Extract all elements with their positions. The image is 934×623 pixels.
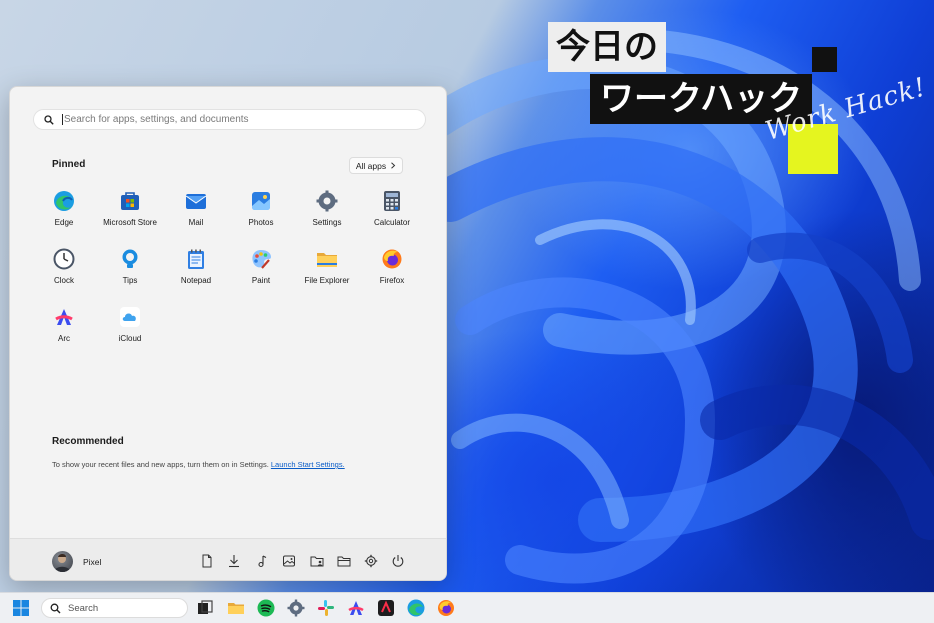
mail-icon [185,194,207,209]
user-photo [54,554,71,572]
app-label: File Explorer [304,276,350,285]
start-search-box[interactable] [33,109,426,130]
slack-icon[interactable] [317,599,335,617]
pinned-app-mail[interactable]: Mail [161,185,231,241]
all-apps-button[interactable]: All apps [349,157,403,174]
app-label: Clock [53,276,74,285]
start-search-input[interactable] [64,114,394,125]
pinned-app-firefox[interactable]: Firefox [357,243,427,299]
edge-icon [54,191,74,211]
start-menu: Pinned All apps Edge Microsoft Store [9,86,447,581]
text-cursor [62,114,63,125]
personal-folder-icon[interactable] [310,554,324,568]
microsoft-store-icon [121,192,139,210]
file-explorer-icon[interactable] [337,554,351,568]
taskbar-search-box[interactable]: Search [41,598,188,618]
app-label: Notepad [180,276,212,285]
clock-icon [53,248,75,270]
icloud-icon [120,307,140,327]
user-name[interactable]: Pixel [83,557,101,567]
search-icon [44,114,54,125]
pinned-app-edge[interactable]: Edge [29,185,99,241]
task-view-icon[interactable] [196,599,214,617]
app-label: Photos [248,218,274,227]
file-explorer-icon[interactable] [227,599,245,617]
pinned-app-microsoft-store[interactable]: Microsoft Store [95,185,165,241]
recommended-message: To show your recent files and new apps, … [52,460,345,469]
app-label: Edge [54,218,74,227]
calculator-icon [384,191,400,211]
notepad-icon [188,249,204,269]
recommended-text: To show your recent files and new apps, … [52,460,269,469]
pinned-app-calculator[interactable]: Calculator [357,185,427,241]
pinned-title: Pinned [52,159,86,170]
settings-icon[interactable] [364,554,378,568]
recommended-title: Recommended [52,436,124,447]
spotify-icon[interactable] [257,599,275,617]
app-icon[interactable] [377,599,395,617]
paint-icon [252,250,271,269]
app-label: Mail [188,218,204,227]
edge-icon[interactable] [407,599,425,617]
arc-icon[interactable] [347,599,365,617]
app-label: Tips [122,276,138,285]
pinned-app-photos[interactable]: Photos [226,185,296,241]
arc-icon [55,309,73,325]
taskbar: Search [0,592,934,623]
settings-icon [316,190,338,212]
tips-icon [122,249,138,268]
app-label: iCloud [118,334,142,343]
pinned-app-clock[interactable]: Clock [29,243,99,299]
taskbar-search-label: Search [68,602,99,614]
power-icon[interactable] [391,554,405,568]
start-icon[interactable] [12,599,30,617]
app-label: Calculator [373,218,410,227]
pinned-app-arc[interactable]: Arc [29,301,99,357]
user-avatar[interactable] [52,551,73,572]
firefox-icon [382,249,402,269]
start-menu-footer: Pixel [10,538,446,580]
chevron-right-icon [391,162,396,169]
photos-icon [252,192,270,210]
pictures-icon[interactable] [282,554,296,568]
settings-icon[interactable] [287,599,305,617]
app-label: Microsoft Store [103,218,157,227]
all-apps-label: All apps [355,160,387,171]
search-icon [50,603,61,613]
pinned-app-tips[interactable]: Tips [95,243,165,299]
banner-decoration-black [812,47,837,72]
firefox-icon[interactable] [437,599,455,617]
app-label: Firefox [379,276,405,285]
pinned-app-notepad[interactable]: Notepad [161,243,231,299]
file-explorer-icon [317,253,337,267]
launch-start-settings-link[interactable]: Launch Start Settings. [271,460,345,469]
pinned-app-file-explorer[interactable]: File Explorer [292,243,362,299]
pinned-app-settings[interactable]: Settings [292,185,362,241]
app-label: Paint [251,276,271,285]
documents-icon[interactable] [200,554,214,568]
app-label: Settings [312,218,342,227]
banner-title-line1: 今日の [548,22,666,72]
app-label: Arc [58,334,70,343]
music-icon[interactable] [255,554,269,568]
pinned-app-paint[interactable]: Paint [226,243,296,299]
pinned-app-icloud[interactable]: iCloud [95,301,165,357]
downloads-icon[interactable] [227,554,241,568]
